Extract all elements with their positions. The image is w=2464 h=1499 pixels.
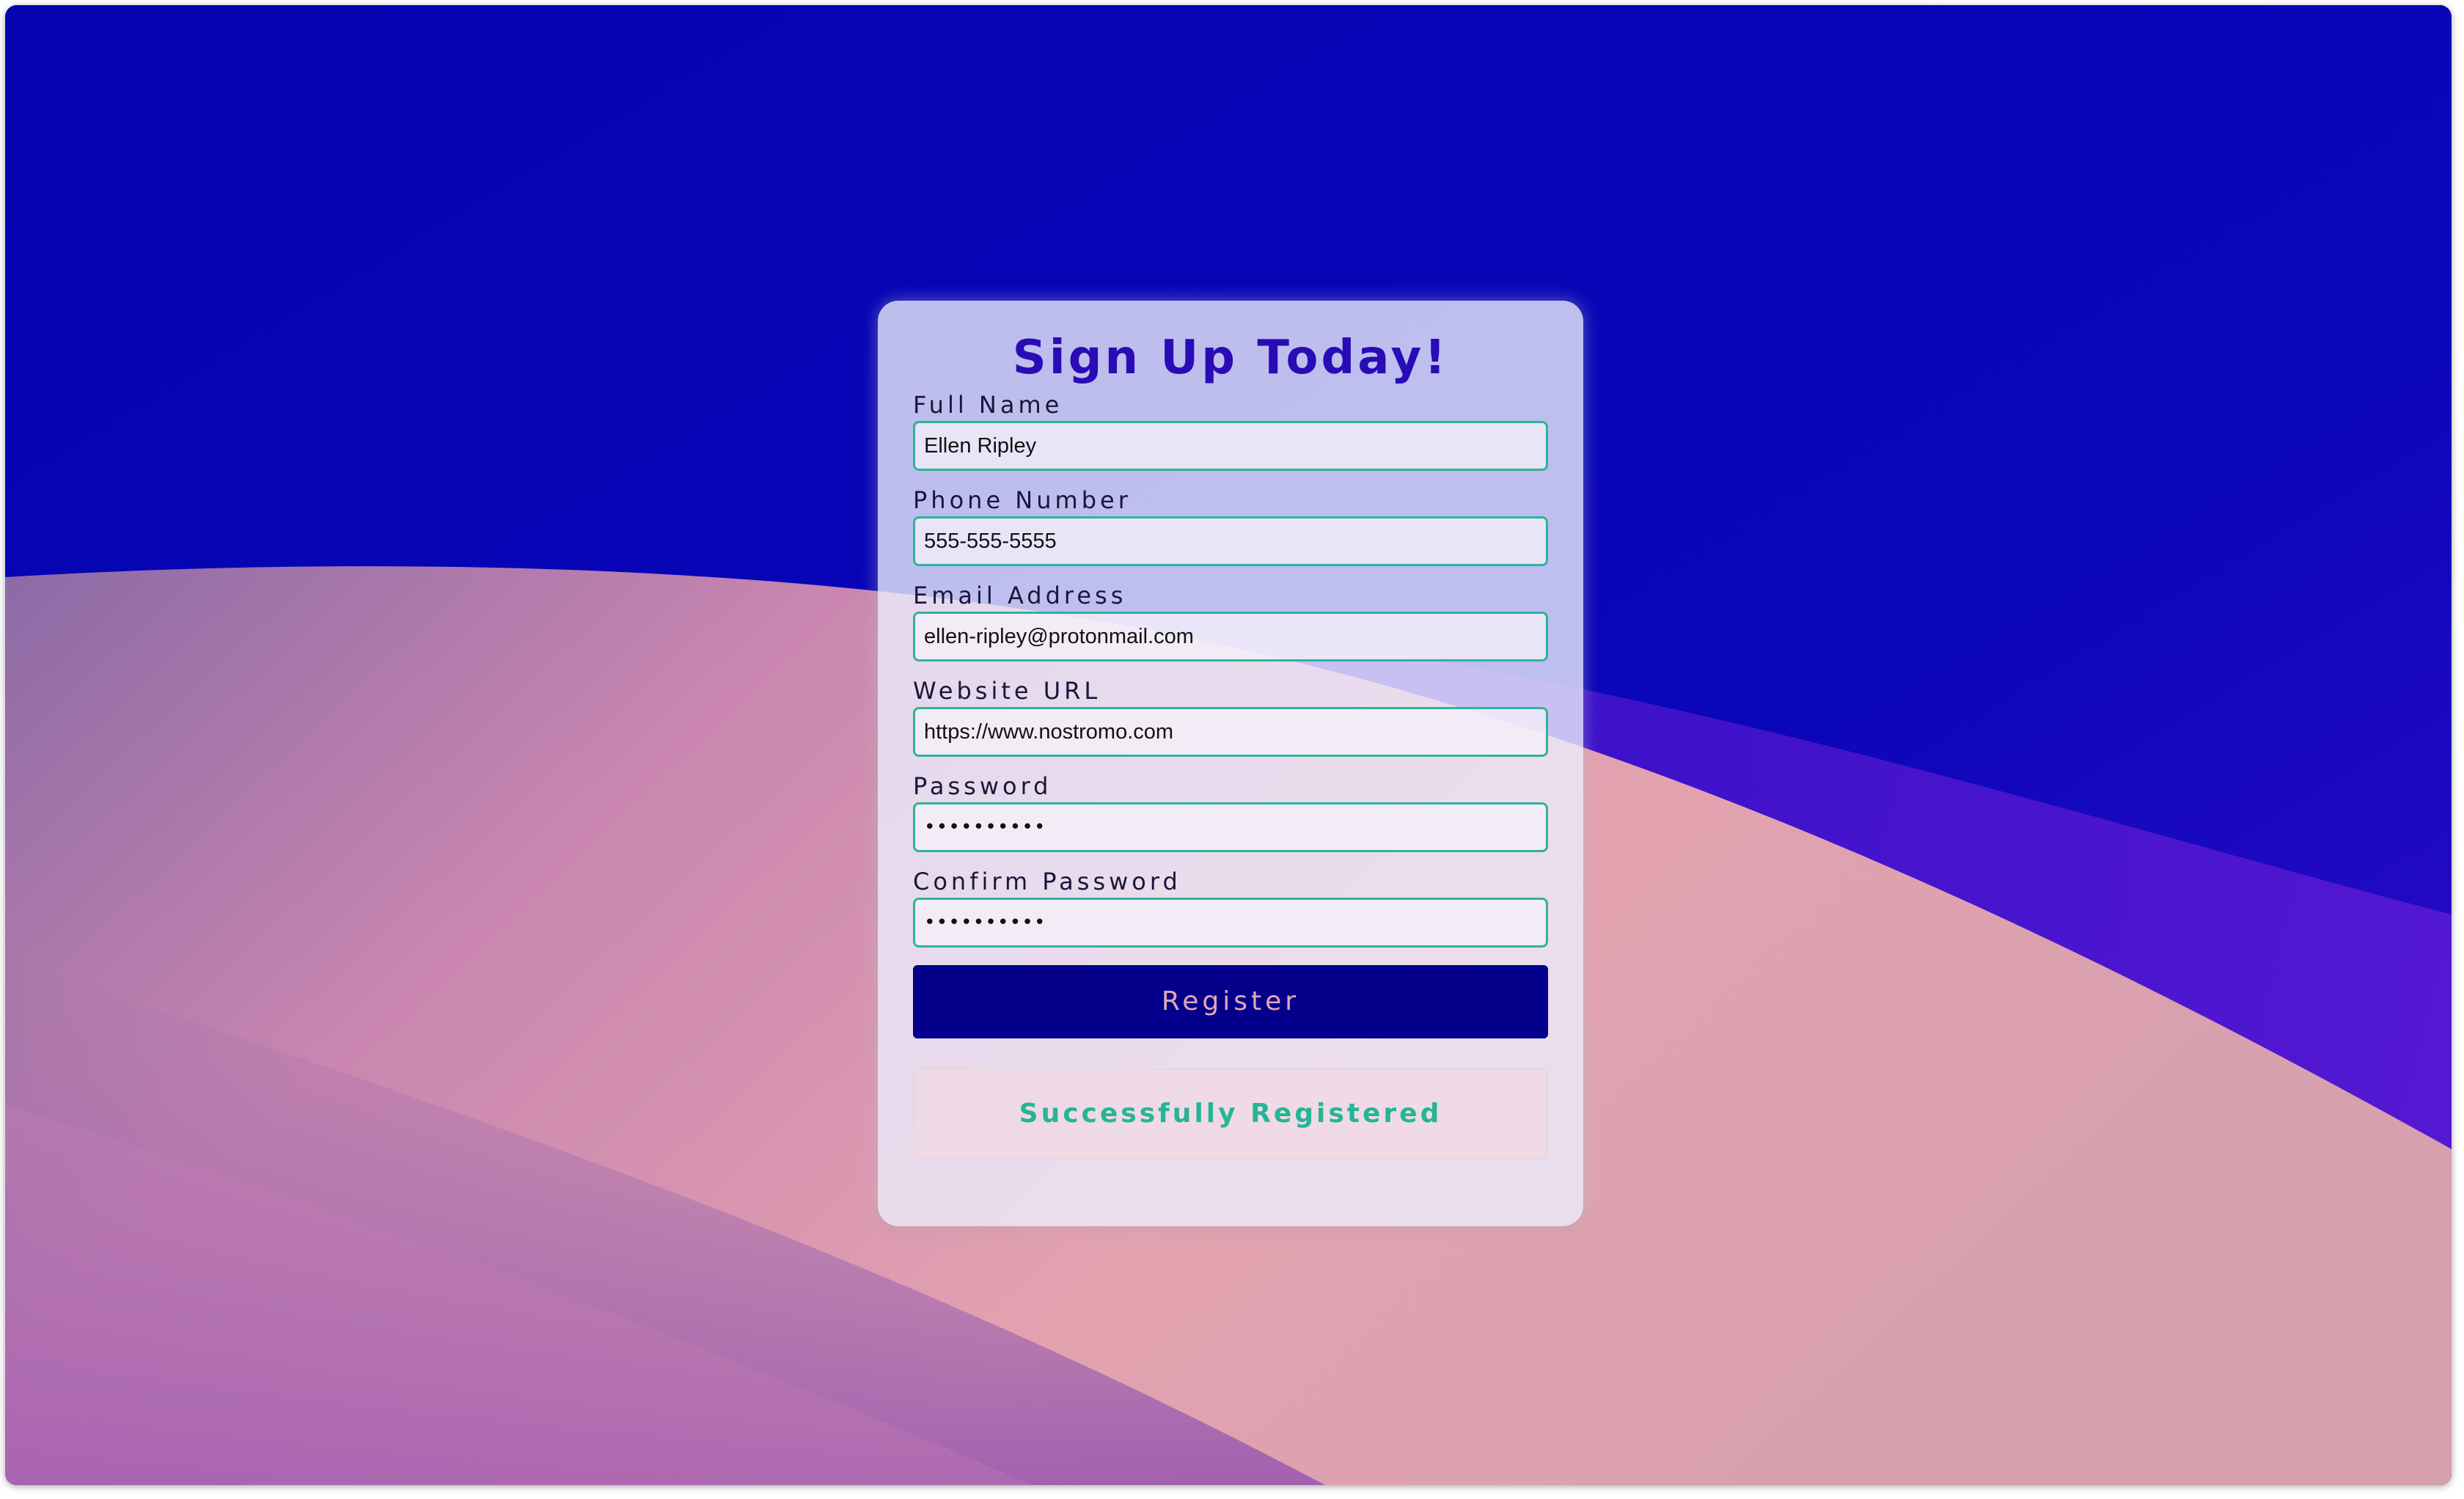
form-title: Sign Up Today!	[1012, 331, 1449, 385]
full-name-input[interactable]: Ellen Ripley	[913, 421, 1548, 471]
app-window: Sign Up Today! Full Name Ellen Ripley Ph…	[5, 5, 2452, 1485]
success-message: Successfully Registered	[913, 1068, 1548, 1160]
phone-field: Phone Number 555-555-5555	[913, 484, 1548, 566]
full-name-label: Full Name	[913, 391, 1063, 419]
confirm-password-field: Confirm Password ••••••••••	[913, 865, 1548, 948]
password-field: Password ••••••••••	[913, 770, 1548, 852]
website-field: Website URL https://www.nostromo.com	[913, 675, 1548, 757]
phone-label: Phone Number	[913, 486, 1132, 514]
full-name-field: Full Name Ellen Ripley	[913, 389, 1548, 471]
password-input[interactable]: ••••••••••	[913, 802, 1548, 852]
website-label: Website URL	[913, 677, 1101, 705]
email-field: Email Address ellen-ripley@protonmail.co…	[913, 579, 1548, 661]
confirm-password-label: Confirm Password	[913, 868, 1181, 895]
password-label: Password	[913, 772, 1052, 800]
register-button[interactable]: Register	[913, 965, 1548, 1038]
confirm-password-input[interactable]: ••••••••••	[913, 898, 1548, 948]
email-input[interactable]: ellen-ripley@protonmail.com	[913, 612, 1548, 661]
website-input[interactable]: https://www.nostromo.com	[913, 707, 1548, 757]
email-label: Email Address	[913, 582, 1127, 609]
phone-input[interactable]: 555-555-5555	[913, 516, 1548, 566]
signup-card: Sign Up Today! Full Name Ellen Ripley Ph…	[878, 301, 1583, 1226]
